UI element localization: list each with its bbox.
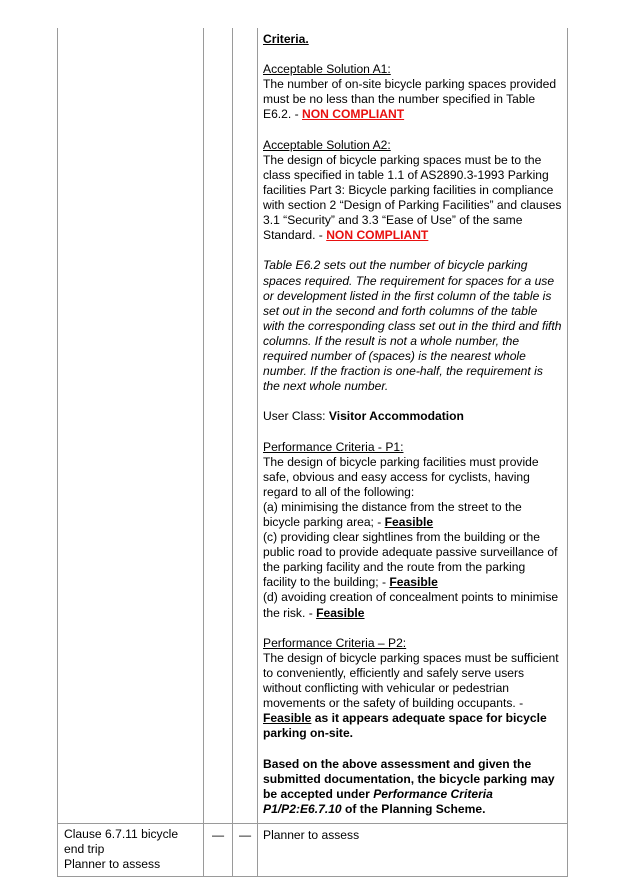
mark-cell-a-content bbox=[204, 28, 232, 35]
document-page: Criteria. Acceptable Solution A1: The nu… bbox=[0, 0, 622, 880]
mark-cell-b-content bbox=[233, 28, 257, 35]
a1-status-badge: NON COMPLIANT bbox=[302, 107, 405, 122]
mark-cell-b: — bbox=[232, 823, 258, 878]
performance-criteria-p1-intro: The design of bicycle parking facilities… bbox=[263, 454, 539, 499]
performance-criteria-p1-label: Performance Criteria - P1: bbox=[263, 439, 404, 454]
a2-status-badge: NON COMPLIANT bbox=[326, 228, 429, 243]
clause-title: Clause 6.7.11 bicycle end trip bbox=[64, 826, 179, 856]
p2-status: Feasible bbox=[263, 711, 312, 726]
acceptable-solution-a1-text: The number of on-site bicycle parking sp… bbox=[263, 77, 562, 122]
clause-cell-content: Clause 6.7.11 bicycle end trip Planner t… bbox=[58, 824, 203, 876]
performance-criteria-p2-label: Performance Criteria – P2: bbox=[263, 635, 407, 650]
clause-cell-content bbox=[58, 28, 203, 35]
clause-cell bbox=[57, 28, 204, 824]
acceptable-solution-a2-label: Acceptable Solution A2: bbox=[263, 137, 391, 152]
p1-item-d: (d) avoiding creation of concealment poi… bbox=[263, 590, 562, 620]
acceptable-solution-a2-text: The design of bicycle parking spaces mus… bbox=[263, 153, 562, 244]
comment-cell-content: Planner to assess bbox=[263, 827, 360, 842]
comment-cell: Planner to assess bbox=[257, 823, 568, 878]
comment-cell-content: Criteria. Acceptable Solution A1: The nu… bbox=[258, 28, 567, 823]
table-row: Clause 6.7.11 bicycle end trip Planner t… bbox=[57, 823, 568, 878]
user-class-label: User Class: bbox=[263, 409, 329, 424]
user-class-value: Visitor Accommodation bbox=[328, 409, 464, 424]
mark-cell-a: — bbox=[203, 823, 233, 878]
comment-cell: Criteria. Acceptable Solution A1: The nu… bbox=[257, 28, 568, 824]
p1-item-a-status: Feasible bbox=[384, 515, 434, 529]
conclusion-paragraph: Based on the above assessment and given … bbox=[263, 757, 562, 817]
acceptable-solution-a1-label: Acceptable Solution A1: bbox=[263, 62, 391, 77]
table-row: Criteria. Acceptable Solution A1: The nu… bbox=[57, 28, 568, 824]
assessment-table: Criteria. Acceptable Solution A1: The nu… bbox=[57, 28, 568, 878]
user-class-line: User Class: Visitor Accommodation bbox=[263, 409, 562, 424]
clause-cell: Clause 6.7.11 bicycle end trip Planner t… bbox=[57, 823, 204, 878]
p1-item-c-status: Feasible bbox=[389, 575, 438, 590]
p1-item-d-status: Feasible bbox=[316, 605, 365, 620]
mark-cell-a-content: — bbox=[211, 827, 225, 842]
criteria-heading: Criteria. bbox=[263, 32, 309, 46]
mark-cell-b-content: — bbox=[238, 827, 252, 842]
conclusion-text-end: of the Planning Scheme. bbox=[341, 801, 486, 816]
clause-subtitle: Planner to assess bbox=[64, 857, 161, 872]
table-e62-note: Table E6.2 sets out the number of bicycl… bbox=[263, 258, 562, 394]
p1-item-a: (a) minimising the distance from the str… bbox=[263, 500, 562, 530]
p2-body-text: The design of bicycle parking spaces mus… bbox=[263, 650, 559, 711]
mark-cell-a bbox=[203, 28, 233, 824]
p1-item-c: (c) providing clear sightlines from the … bbox=[263, 530, 562, 590]
performance-criteria-p2-text: The design of bicycle parking spaces mus… bbox=[263, 651, 562, 742]
p1-item-d-text: (d) avoiding creation of concealment poi… bbox=[263, 590, 559, 620]
mark-cell-b bbox=[232, 28, 258, 824]
